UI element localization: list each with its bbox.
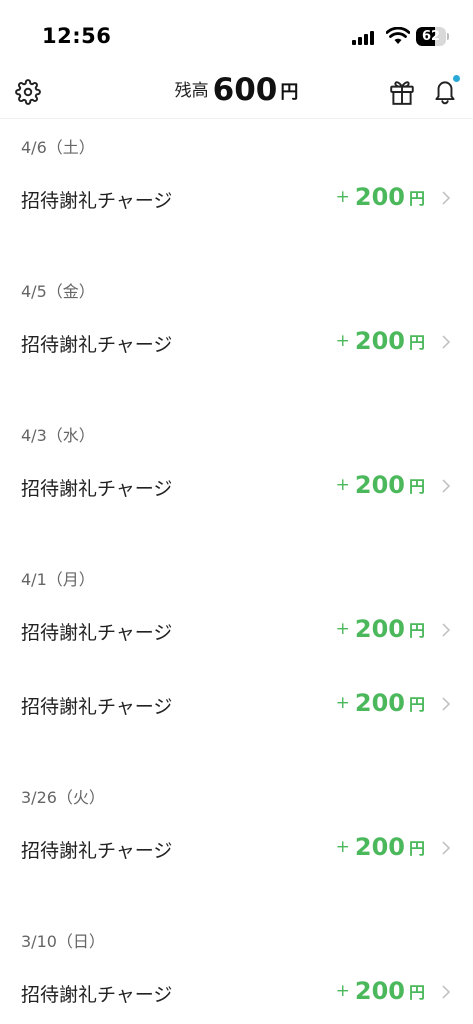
transaction-row[interactable]: 招待謝礼チャージ +200 円 xyxy=(0,682,473,726)
balance-label: 残高 xyxy=(174,81,209,101)
date-header: 4/1（月） xyxy=(21,570,95,589)
wifi-icon xyxy=(386,27,410,44)
header-bar: 残高 600 円 xyxy=(0,68,473,119)
date-header: 4/3（水） xyxy=(21,426,95,445)
transaction-label: 招待謝礼チャージ xyxy=(21,334,173,356)
transaction-amount: +200 円 xyxy=(335,615,425,643)
balance-unit: 円 xyxy=(280,82,299,103)
chevron-right-icon xyxy=(442,985,451,999)
transaction-amount: +200 円 xyxy=(335,327,425,355)
battery-icon: 62 xyxy=(416,27,450,46)
transaction-label: 招待謝礼チャージ xyxy=(21,696,173,718)
chevron-right-icon xyxy=(442,623,451,637)
gift-icon[interactable] xyxy=(389,78,415,106)
date-header: 3/26（火） xyxy=(21,788,105,807)
transaction-label: 招待謝礼チャージ xyxy=(21,478,173,500)
transaction-row[interactable]: 招待謝礼チャージ +200 円 xyxy=(0,970,473,1014)
transaction-label: 招待謝礼チャージ xyxy=(21,984,173,1006)
transaction-row[interactable]: 招待謝礼チャージ +200 円 xyxy=(0,608,473,652)
transaction-amount: +200 円 xyxy=(335,689,425,717)
status-time: 12:56 xyxy=(42,24,112,48)
status-bar: 12:56 62 xyxy=(0,0,473,68)
date-header: 4/5（金） xyxy=(21,282,95,301)
transaction-row[interactable]: 招待謝礼チャージ +200 円 xyxy=(0,176,473,220)
balance-amount: 600 xyxy=(212,72,278,108)
chevron-right-icon xyxy=(442,191,451,205)
transaction-row[interactable]: 招待謝礼チャージ +200 円 xyxy=(0,826,473,870)
transaction-label: 招待謝礼チャージ xyxy=(21,622,173,644)
cellular-signal-icon xyxy=(352,31,374,45)
notification-badge xyxy=(453,75,460,82)
date-header: 3/10（日） xyxy=(21,932,105,951)
transaction-label: 招待謝礼チャージ xyxy=(21,840,173,862)
date-header: 4/6（土） xyxy=(21,138,95,157)
transaction-row[interactable]: 招待謝礼チャージ +200 円 xyxy=(0,464,473,508)
transaction-row[interactable]: 招待謝礼チャージ +200 円 xyxy=(0,320,473,364)
battery-level: 62 xyxy=(421,29,441,44)
transaction-amount: +200 円 xyxy=(335,833,425,861)
chevron-right-icon xyxy=(442,841,451,855)
transaction-amount: +200 円 xyxy=(335,471,425,499)
transaction-amount: +200 円 xyxy=(335,183,425,211)
transaction-label: 招待謝礼チャージ xyxy=(21,190,173,212)
chevron-right-icon xyxy=(442,697,451,711)
chevron-right-icon xyxy=(442,335,451,349)
transaction-amount: +200 円 xyxy=(335,977,425,1005)
chevron-right-icon xyxy=(442,479,451,493)
